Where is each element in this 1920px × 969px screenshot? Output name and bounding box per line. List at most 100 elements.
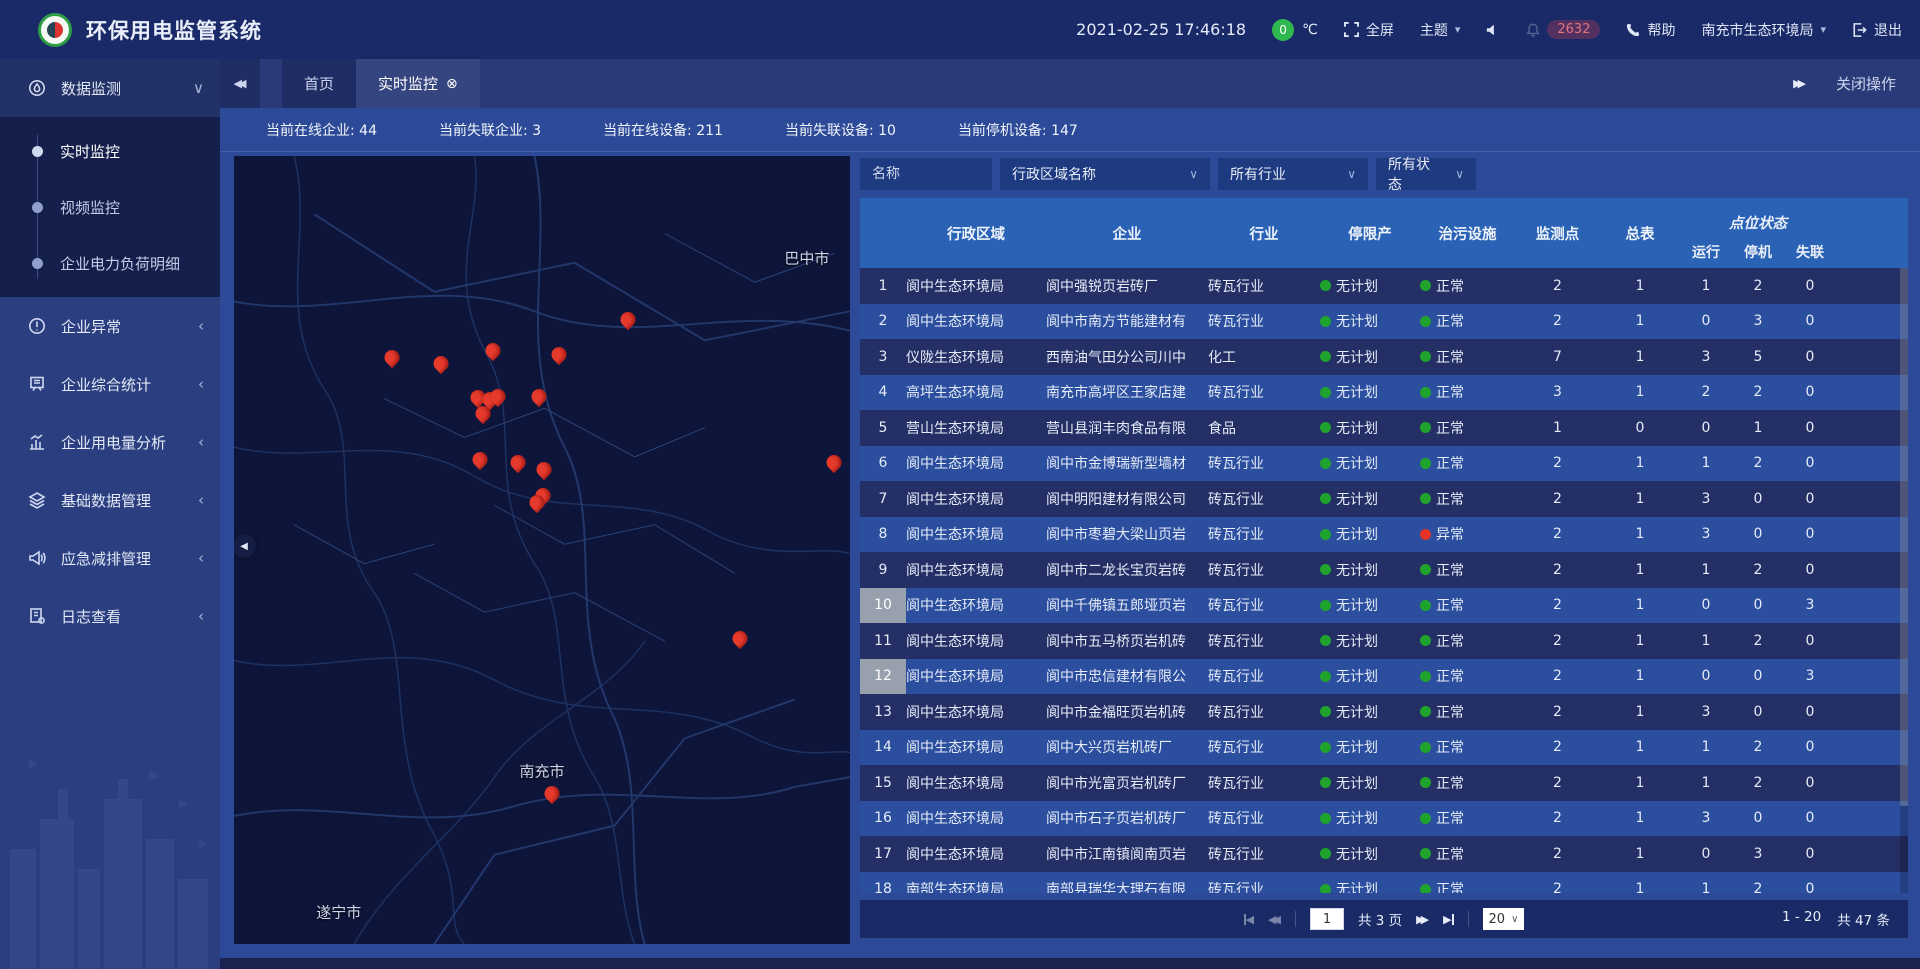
cell-company: 阆中市石子页岩机砖厂 [1046,808,1208,828]
cell-company: 阆中大兴页岩机砖厂 [1046,737,1208,757]
column-header-monitor-points: 监测点 [1515,198,1600,268]
cell-lost: 0 [1784,384,1836,400]
table-row[interactable]: 2阆中生态环境局阆中市南方节能建材有砖瓦行业无计划正常21030 [860,304,1908,340]
table-row[interactable]: 14阆中生态环境局阆中大兴页岩机砖厂砖瓦行业无计划正常21120 [860,730,1908,766]
sidebar-item-log-view[interactable]: 日志查看 ‹ [0,587,220,645]
submenu-item-power-load-detail[interactable]: 企业电力负荷明细 [0,235,220,291]
bullet-icon [32,202,43,213]
row-index: 1 [860,268,906,304]
cell-stop-limit: 无计划 [1320,453,1420,473]
pagination-bar: ◀ ◀◀ 共 3 页 ▶▶ ▶ 20 ∨ 1 - [860,900,1908,938]
name-filter-input[interactable] [860,158,992,190]
status-dot-icon [1420,529,1431,540]
cell-running: 0 [1680,597,1732,613]
tab-close-icon[interactable]: ⊗ [446,76,458,92]
page-number-input[interactable] [1310,908,1344,930]
first-page-button[interactable]: ◀ [1244,913,1254,926]
table-row[interactable]: 4高坪生态环境局南充市高坪区王家店建砖瓦行业无计划正常31220 [860,375,1908,411]
status-dot-icon [1420,848,1431,859]
table-row[interactable]: 11阆中生态环境局阆中市五马桥页岩机砖砖瓦行业无计划正常21120 [860,623,1908,659]
table-row[interactable]: 17阆中生态环境局阆中市江南镇阆南页岩砖瓦行业无计划正常21030 [860,836,1908,872]
cell-region: 阆中生态环境局 [906,737,1046,757]
cell-total-meter: 1 [1600,775,1680,791]
next-page-button[interactable]: ▶▶ [1416,913,1429,926]
table-rows: 1阆中生态环境局阆中强锐页岩砖厂砖瓦行业无计划正常211202阆中生态环境局阆中… [860,268,1908,893]
scrollbar-thumb[interactable] [1900,268,1908,806]
org-menu-button[interactable]: 南充市生态环境局▾ [1701,20,1826,40]
cell-industry: 化工 [1208,347,1320,367]
sidebar-item-label: 企业异常 [61,316,198,337]
stat-item: 当前停机设备: 147 [958,120,1078,140]
notifications-button[interactable]: 2632 [1526,20,1600,39]
status-filter-select[interactable]: 所有状态 ∨ [1376,158,1476,190]
region-filter-select[interactable]: 行政区域名称 ∨ [1000,158,1210,190]
cell-running: 1 [1680,775,1732,791]
cell-stop-limit: 无计划 [1320,737,1420,757]
table-row[interactable]: 15阆中生态环境局阆中市光富页岩机砖厂砖瓦行业无计划正常21120 [860,765,1908,801]
prev-page-button[interactable]: ◀◀ [1268,913,1281,926]
theme-button[interactable]: 主题▾ [1420,20,1461,40]
fullscreen-button[interactable]: 全屏 [1344,20,1394,40]
table-row[interactable]: 7阆中生态环境局阆中明阳建材有限公司砖瓦行业无计划正常21300 [860,481,1908,517]
sidebar: 数据监测 ∨ 实时监控 视频监控 企业电力负荷明细 企业异常 ‹ [0,59,220,969]
total-count-label: 共 47 条 [1837,909,1890,929]
table-row[interactable]: 3仪陇生态环境局西南油气田分公司川中化工无计划正常71350 [860,339,1908,375]
cell-pollution-facility: 正常 [1420,560,1515,580]
last-page-button[interactable]: ▶ [1443,913,1453,926]
table-row[interactable]: 18南部生态环境局南部县瑞华大理石有限砖瓦行业无计划正常21120 [860,872,1908,894]
table-row[interactable]: 9阆中生态环境局阆中市二龙长宝页岩砖砖瓦行业无计划正常21120 [860,552,1908,588]
industry-filter-select[interactable]: 所有行业 ∨ [1218,158,1368,190]
help-button[interactable]: 帮助 [1626,20,1675,40]
cell-stopped: 2 [1732,775,1784,791]
tab-home[interactable]: 首页 [282,59,356,108]
cell-stop-limit: 无计划 [1320,347,1420,367]
page-size-select[interactable]: 20 ∨ [1483,908,1525,930]
table-row[interactable]: 13阆中生态环境局阆中市金福旺页岩机砖砖瓦行业无计划正常21300 [860,694,1908,730]
cell-monitor-points: 2 [1515,668,1600,684]
logout-button[interactable]: 退出 [1852,20,1902,40]
row-index: 6 [860,446,906,482]
submenu-item-realtime-monitoring[interactable]: 实时监控 [0,123,220,179]
map-city-label: 遂宁市 [316,902,361,923]
status-dot-icon [1420,351,1431,362]
sidebar-item-base-data-management[interactable]: 基础数据管理 ‹ [0,471,220,529]
tabs-scroll-left-button[interactable]: ◀◀ [220,59,260,108]
table-row[interactable]: 12阆中生态环境局阆中市忠信建材有限公砖瓦行业无计划正常21003 [860,659,1908,695]
table-row[interactable]: 16阆中生态环境局阆中市石子页岩机砖厂砖瓦行业无计划正常21300 [860,801,1908,837]
table-row[interactable]: 10阆中生态环境局阆中千佛镇五郎垭页岩砖瓦行业无计划正常21003 [860,588,1908,624]
status-dot-icon [1420,280,1431,291]
sidebar-item-enterprise-abnormal[interactable]: 企业异常 ‹ [0,297,220,355]
table-row[interactable]: 5营山生态环境局营山县润丰肉食品有限食品无计划正常10010 [860,410,1908,446]
cell-stopped: 0 [1732,597,1784,613]
table-row[interactable]: 8阆中生态环境局阆中市枣碧大梁山页岩砖瓦行业无计划异常21300 [860,517,1908,553]
tabs-scroll-right-button[interactable]: ▶▶ [1793,77,1806,90]
sidebar-item-enterprise-statistics[interactable]: 企业综合统计 ‹ [0,355,220,413]
cell-region: 阆中生态环境局 [906,666,1046,686]
sidebar-item-data-monitoring[interactable]: 数据监测 ∨ [0,59,220,117]
double-chevron-right-icon: ▶▶ [1793,77,1806,90]
close-operations-button[interactable]: 关闭操作 [1836,73,1896,94]
map-panel[interactable]: 巴中市南充市遂宁市 ◀ [234,156,850,944]
chevron-down-icon: ▾ [1455,23,1461,36]
page-range-label: 1 - 20 [1782,909,1821,929]
cell-monitor-points: 2 [1515,597,1600,613]
submenu-item-video-monitoring[interactable]: 视频监控 [0,179,220,235]
sidebar-item-emergency-reduction[interactable]: 应急减排管理 ‹ [0,529,220,587]
chevron-left-icon: ‹ [198,607,204,625]
tab-realtime-monitoring[interactable]: 实时监控 ⊗ [356,59,480,108]
sidebar-item-power-usage-analysis[interactable]: 企业用电量分析 ‹ [0,413,220,471]
cell-stop-limit: 无计划 [1320,560,1420,580]
cell-lost: 0 [1784,562,1836,578]
table-row[interactable]: 6阆中生态环境局阆中市金博瑞新型墙材砖瓦行业无计划正常21120 [860,446,1908,482]
temperature: 0 [1272,19,1294,41]
cell-total-meter: 1 [1600,562,1680,578]
table-row[interactable]: 1阆中生态环境局阆中强锐页岩砖厂砖瓦行业无计划正常21120 [860,268,1908,304]
cell-company: 阆中市金博瑞新型墙材 [1046,453,1208,473]
table-scrollbar[interactable] [1900,268,1908,893]
cell-running: 3 [1680,491,1732,507]
mute-button[interactable] [1486,23,1500,37]
cell-industry: 砖瓦行业 [1208,737,1320,757]
status-dot-icon [1420,635,1431,646]
cell-stop-limit: 无计划 [1320,773,1420,793]
cell-pollution-facility: 正常 [1420,773,1515,793]
